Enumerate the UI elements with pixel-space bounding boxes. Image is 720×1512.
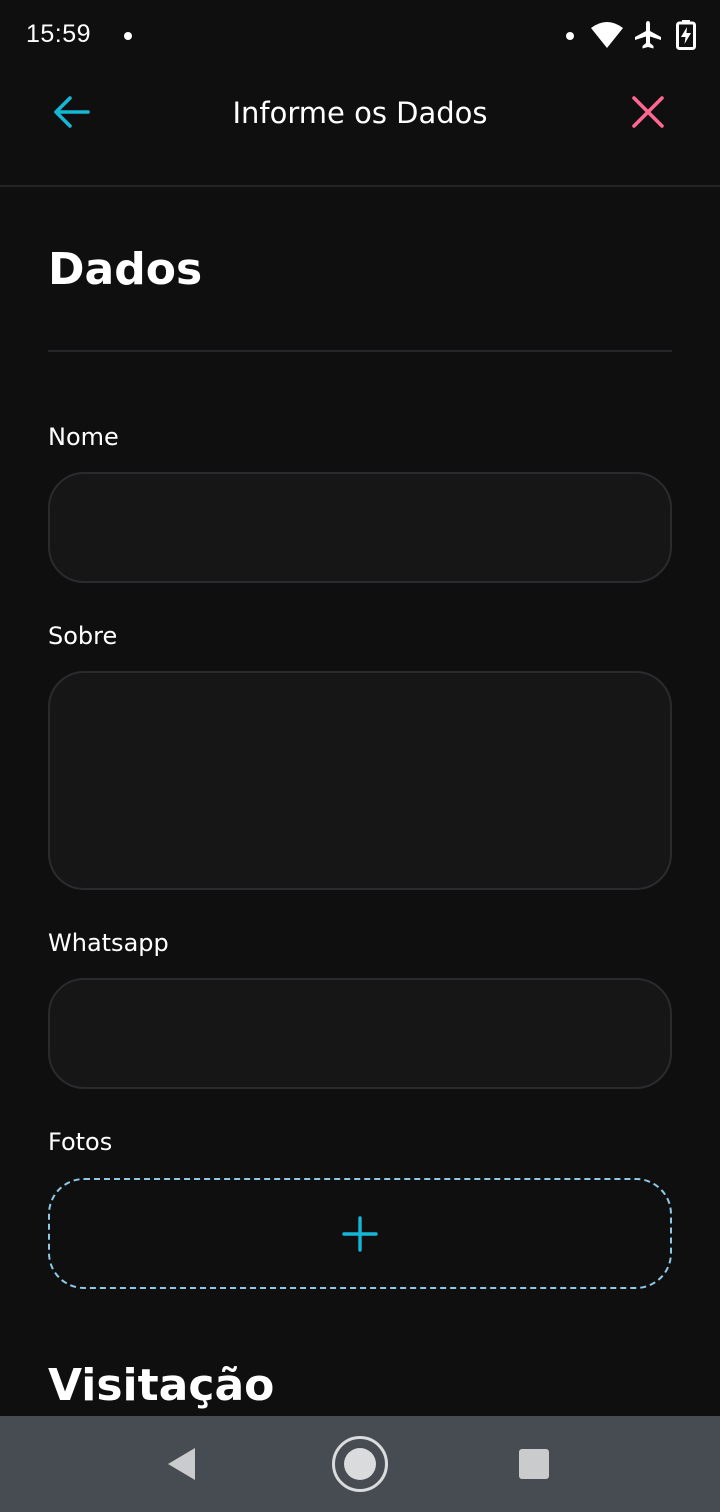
add-photo-button[interactable] — [48, 1178, 672, 1289]
header-title: Informe os Dados — [232, 96, 488, 130]
battery-charging-icon — [676, 20, 696, 50]
nav-home-button[interactable] — [330, 1434, 390, 1494]
nome-input[interactable] — [48, 472, 672, 583]
airplane-mode-icon — [635, 21, 661, 49]
status-time: 15:59 — [26, 20, 92, 48]
system-navigation-bar — [0, 1416, 720, 1512]
home-circle-icon — [332, 1436, 388, 1492]
whatsapp-input[interactable] — [48, 978, 672, 1089]
notification-dot-icon — [124, 32, 132, 40]
whatsapp-label: Whatsapp — [48, 929, 169, 957]
recents-square-icon — [519, 1449, 549, 1479]
wifi-icon — [591, 22, 623, 48]
sobre-label: Sobre — [48, 622, 118, 650]
close-button[interactable] — [620, 84, 676, 140]
plus-icon — [342, 1215, 378, 1252]
nav-recents-button[interactable] — [504, 1434, 564, 1494]
nome-label: Nome — [48, 423, 119, 451]
close-icon — [632, 96, 664, 128]
section-title-visitacao: Visitação — [48, 1360, 275, 1411]
section-divider — [48, 350, 672, 352]
screen: 15:59 Informe os Dados Dados Nome Sobre … — [0, 0, 720, 1512]
status-dot-icon — [566, 32, 574, 40]
nav-back-button[interactable] — [152, 1434, 212, 1494]
section-title-dados: Dados — [48, 244, 203, 295]
status-bar: 15:59 — [0, 0, 720, 72]
sobre-textarea[interactable] — [48, 671, 672, 890]
back-triangle-icon — [168, 1448, 195, 1480]
fotos-label: Fotos — [48, 1128, 113, 1156]
app-header: Informe os Dados — [0, 72, 720, 187]
